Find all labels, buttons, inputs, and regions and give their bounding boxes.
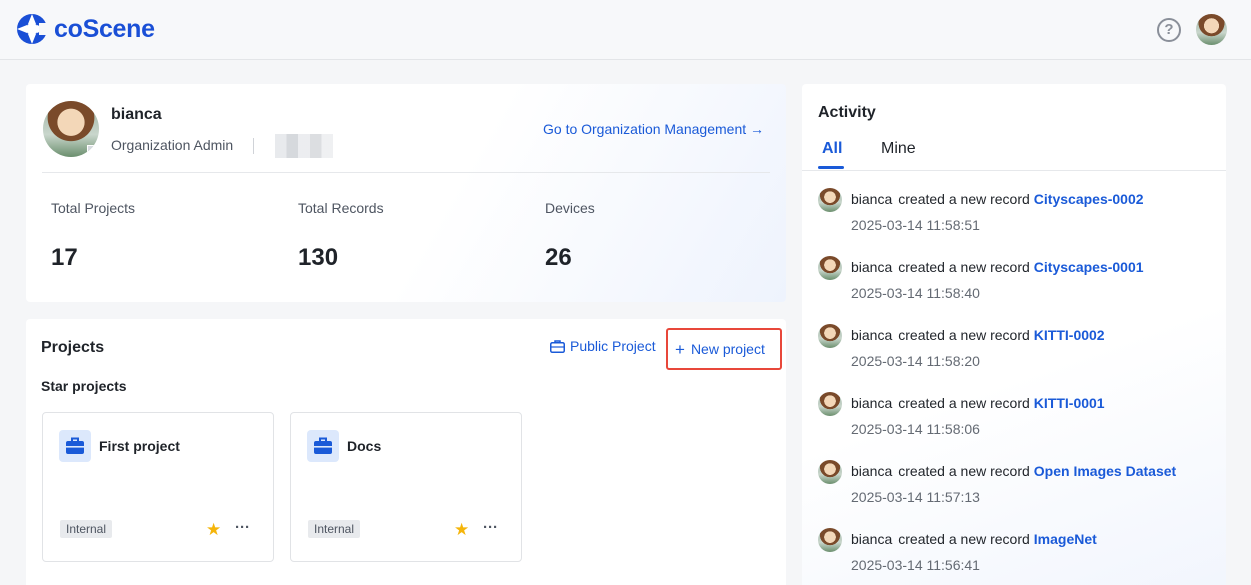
plus-icon: + xyxy=(675,339,685,359)
activity-avatar xyxy=(818,256,842,280)
more-options-icon[interactable]: ··· xyxy=(235,519,250,536)
profile-card: bianca Organization Admin Go to Organiza… xyxy=(26,84,786,302)
activity-time: 2025-03-14 11:58:06 xyxy=(851,421,980,437)
activity-record-link[interactable]: ImageNet xyxy=(1034,531,1097,547)
activity-text: bianca created a new record ImageNet xyxy=(851,531,1097,547)
profile-username: bianca xyxy=(111,106,162,123)
activity-record-link[interactable]: KITTI-0002 xyxy=(1034,327,1105,343)
star-projects-title: Star projects xyxy=(41,378,127,394)
briefcase-icon xyxy=(314,437,332,454)
activity-record-link[interactable]: Cityscapes-0002 xyxy=(1034,191,1144,207)
activity-item: bianca created a new record ImageNet 2025-… xyxy=(818,528,1218,578)
activity-action: created a new record xyxy=(898,327,1030,343)
help-icon[interactable]: ? xyxy=(1157,18,1181,42)
coscene-logo-icon xyxy=(17,14,49,44)
role-divider xyxy=(253,138,254,154)
logo[interactable]: coScene xyxy=(15,12,155,46)
tabs-divider xyxy=(802,170,1226,171)
activity-time: 2025-03-14 11:56:41 xyxy=(851,557,980,573)
activity-text: bianca created a new record KITTI-0001 xyxy=(851,395,1105,411)
activity-avatar xyxy=(818,392,842,416)
briefcase-icon xyxy=(550,339,565,353)
project-visibility-tag: Internal xyxy=(60,520,113,538)
tab-mine[interactable]: Mine xyxy=(881,140,916,158)
activity-action: created a new record xyxy=(898,395,1030,411)
new-project-label: New project xyxy=(690,341,765,357)
profile-avatar xyxy=(43,101,99,157)
top-bar: coScene ? xyxy=(0,0,1251,60)
activity-item: bianca created a new record Cityscapes-000… xyxy=(818,256,1218,306)
stat-label-projects: Total Projects xyxy=(51,200,136,216)
org-management-link[interactable]: Go to Organization Management → xyxy=(543,121,764,137)
activity-time: 2025-03-14 11:57:13 xyxy=(851,489,980,505)
activity-card: Activity All Mine bianca created a new re… xyxy=(802,84,1226,585)
activity-avatar xyxy=(818,324,842,348)
profile-divider xyxy=(42,172,770,173)
activity-item: bianca created a new record Open Images Da… xyxy=(818,460,1218,510)
stat-label-records: Total Records xyxy=(298,200,384,216)
stat-value-projects: 17 xyxy=(51,244,78,271)
activity-user: bianca xyxy=(851,327,893,343)
star-icon[interactable]: ★ xyxy=(206,521,221,538)
activity-item: bianca created a new record Cityscapes-000… xyxy=(818,188,1218,238)
project-icon xyxy=(307,430,339,462)
activity-title: Activity xyxy=(818,104,876,121)
projects-title: Projects xyxy=(41,339,105,356)
project-card[interactable]: Docs Internal ★ ··· xyxy=(290,412,522,562)
activity-record-link[interactable]: Cityscapes-0001 xyxy=(1034,259,1144,275)
more-options-icon[interactable]: ··· xyxy=(483,519,498,536)
activity-action: created a new record xyxy=(898,191,1030,207)
logo-text: coScene xyxy=(54,14,155,43)
activity-item: bianca created a new record KITTI-0002 202… xyxy=(818,324,1218,374)
activity-avatar xyxy=(818,528,842,552)
activity-user: bianca xyxy=(851,259,893,275)
project-visibility-tag: Internal xyxy=(308,520,361,538)
stat-label-devices: Devices xyxy=(545,200,595,216)
public-project-label: Public Project xyxy=(570,338,656,354)
activity-record-link[interactable]: Open Images Dataset xyxy=(1034,463,1176,479)
activity-item: bianca created a new record KITTI-0001 202… xyxy=(818,392,1218,442)
activity-user: bianca xyxy=(851,395,893,411)
activity-user: bianca xyxy=(851,191,893,207)
activity-time: 2025-03-14 11:58:51 xyxy=(851,217,980,233)
tab-all[interactable]: All xyxy=(822,140,842,158)
activity-text: bianca created a new record Cityscapes-000… xyxy=(851,259,1144,275)
activity-action: created a new record xyxy=(898,259,1030,275)
star-icon[interactable]: ★ xyxy=(454,521,469,538)
activity-action: created a new record xyxy=(898,531,1030,547)
activity-text: bianca created a new record KITTI-0002 xyxy=(851,327,1105,343)
projects-card: Projects Public Project + New project St… xyxy=(26,319,786,585)
project-card[interactable]: First project Internal ★ ··· xyxy=(42,412,274,562)
activity-avatar xyxy=(818,460,842,484)
activity-time: 2025-03-14 11:58:20 xyxy=(851,353,980,369)
activity-text: bianca created a new record Open Images Da… xyxy=(851,463,1176,479)
activity-record-link[interactable]: KITTI-0001 xyxy=(1034,395,1105,411)
activity-user: bianca xyxy=(851,463,893,479)
user-avatar[interactable] xyxy=(1196,14,1227,45)
public-project-button[interactable]: Public Project xyxy=(550,338,656,354)
avatar-badge xyxy=(87,145,97,155)
activity-action: created a new record xyxy=(898,463,1030,479)
profile-role: Organization Admin xyxy=(111,137,234,153)
project-name: First project xyxy=(99,438,180,454)
project-icon xyxy=(59,430,91,462)
active-tab-indicator xyxy=(818,166,844,169)
activity-time: 2025-03-14 11:58:40 xyxy=(851,285,980,301)
new-project-button[interactable]: + New project xyxy=(666,328,782,370)
activity-text: bianca created a new record Cityscapes-000… xyxy=(851,191,1144,207)
stat-value-records: 130 xyxy=(298,244,339,271)
stat-value-devices: 26 xyxy=(545,244,572,271)
activity-avatar xyxy=(818,188,842,212)
redacted-org-name xyxy=(275,134,333,158)
activity-user: bianca xyxy=(851,531,893,547)
briefcase-icon xyxy=(66,437,84,454)
project-name: Docs xyxy=(347,438,382,454)
